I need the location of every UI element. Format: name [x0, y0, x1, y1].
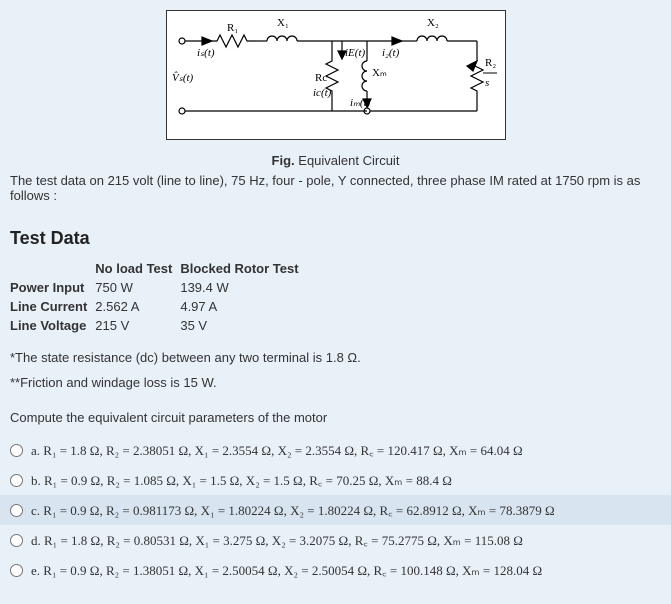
test-data-table: No load Test Blocked Rotor Test Power In…	[10, 259, 307, 335]
label-s: s	[485, 77, 489, 89]
label-X1: X₁	[277, 17, 289, 29]
option-radio-b[interactable]	[10, 474, 23, 487]
equivalent-circuit-diagram: R₁ X₁ iₛ(t) V̂ₛ(t) Rc ic(t) Xₘ iE(t) iₘ(…	[166, 10, 506, 140]
option-radio-c[interactable]	[10, 504, 23, 517]
table-header-empty	[10, 259, 95, 278]
test-data-title: Test Data	[0, 213, 671, 259]
label-is: iₛ(t)	[197, 47, 215, 59]
label-Vs: V̂ₛ(t)	[172, 71, 194, 84]
compute-prompt: Compute the equivalent circuit parameter…	[0, 395, 671, 435]
label-i2: i₂(t)	[382, 47, 400, 59]
option-b[interactable]: b. R₁ = 0.9 Ω, R₂ = 1.085 Ω, X₁ = 1.5 Ω,…	[0, 465, 671, 495]
option-a[interactable]: a. R₁ = 1.8 Ω, R₂ = 2.38051 Ω, X₁ = 2.35…	[0, 435, 671, 465]
row-label-text: Line Current	[10, 299, 87, 314]
row-label-text: Line Voltage	[10, 318, 86, 333]
option-radio-e[interactable]	[10, 564, 23, 577]
option-text-e: e. R₁ = 0.9 Ω, R₂ = 1.38051 Ω, X₁ = 2.50…	[31, 561, 542, 579]
option-radio-d[interactable]	[10, 534, 23, 547]
note-resistance: *The state resistance (dc) between any t…	[0, 345, 671, 370]
option-radio-a[interactable]	[10, 444, 23, 457]
label-R1: R₁	[227, 22, 238, 34]
note-friction: **Friction and windage loss is 15 W.	[0, 370, 671, 395]
intro-text: The test data on 215 volt (line to line)…	[0, 173, 671, 213]
option-text-d: d. R₁ = 1.8 Ω, R₂ = 0.80531 Ω, X₁ = 3.27…	[31, 531, 523, 549]
options-list: a. R₁ = 1.8 Ω, R₂ = 2.38051 Ω, X₁ = 2.35…	[0, 435, 671, 585]
option-text-b: b. R₁ = 0.9 Ω, R₂ = 1.085 Ω, X₁ = 1.5 Ω,…	[31, 471, 452, 489]
table-row: Line Current 2.562 A 4.97 A	[10, 297, 307, 316]
row-col1: 750 W	[95, 278, 180, 297]
option-e[interactable]: e. R₁ = 0.9 Ω, R₂ = 1.38051 Ω, X₁ = 2.50…	[0, 555, 671, 585]
row-label: Line Current	[10, 297, 95, 316]
label-X2: X₂	[427, 17, 439, 29]
figure-caption: Fig. Equivalent Circuit	[0, 148, 671, 173]
fig-bold: Fig.	[272, 153, 295, 168]
label-Rc: Rc	[315, 72, 327, 84]
row-col1: 2.562 A	[95, 297, 180, 316]
label-iE: iE(t)	[345, 47, 365, 59]
label-Xm: Xₘ	[372, 67, 387, 79]
row-col2: 35 V	[180, 316, 306, 335]
row-label: Line Voltage	[10, 316, 95, 335]
label-im: iₘ(t)	[350, 97, 371, 109]
label-ic: ic(t)	[313, 87, 332, 99]
table-header-row: No load Test Blocked Rotor Test	[10, 259, 307, 278]
row-col2: 139.4 W	[180, 278, 306, 297]
row-col1: 215 V	[95, 316, 180, 335]
fig-text: Equivalent Circuit	[295, 153, 400, 168]
option-text-a: a. R₁ = 1.8 Ω, R₂ = 2.38051 Ω, X₁ = 2.35…	[31, 441, 523, 459]
option-text-c: c. R₁ = 0.9 Ω, R₂ = 0.981173 Ω, X₁ = 1.8…	[31, 501, 555, 519]
option-d[interactable]: d. R₁ = 1.8 Ω, R₂ = 0.80531 Ω, X₁ = 3.27…	[0, 525, 671, 555]
table-row: Power Input 750 W 139.4 W	[10, 278, 307, 297]
table-header-blocked: Blocked Rotor Test	[180, 259, 306, 278]
table-header-noload: No load Test	[95, 259, 180, 278]
table-row: Line Voltage 215 V 35 V	[10, 316, 307, 335]
label-R2: R₂	[485, 57, 496, 69]
row-col2: 4.97 A	[180, 297, 306, 316]
row-label: Power Input	[10, 278, 95, 297]
option-c[interactable]: c. R₁ = 0.9 Ω, R₂ = 0.981173 Ω, X₁ = 1.8…	[0, 495, 671, 525]
row-label-text: Power Input	[10, 280, 84, 295]
circuit-diagram-container: R₁ X₁ iₛ(t) V̂ₛ(t) Rc ic(t) Xₘ iE(t) iₘ(…	[0, 0, 671, 148]
